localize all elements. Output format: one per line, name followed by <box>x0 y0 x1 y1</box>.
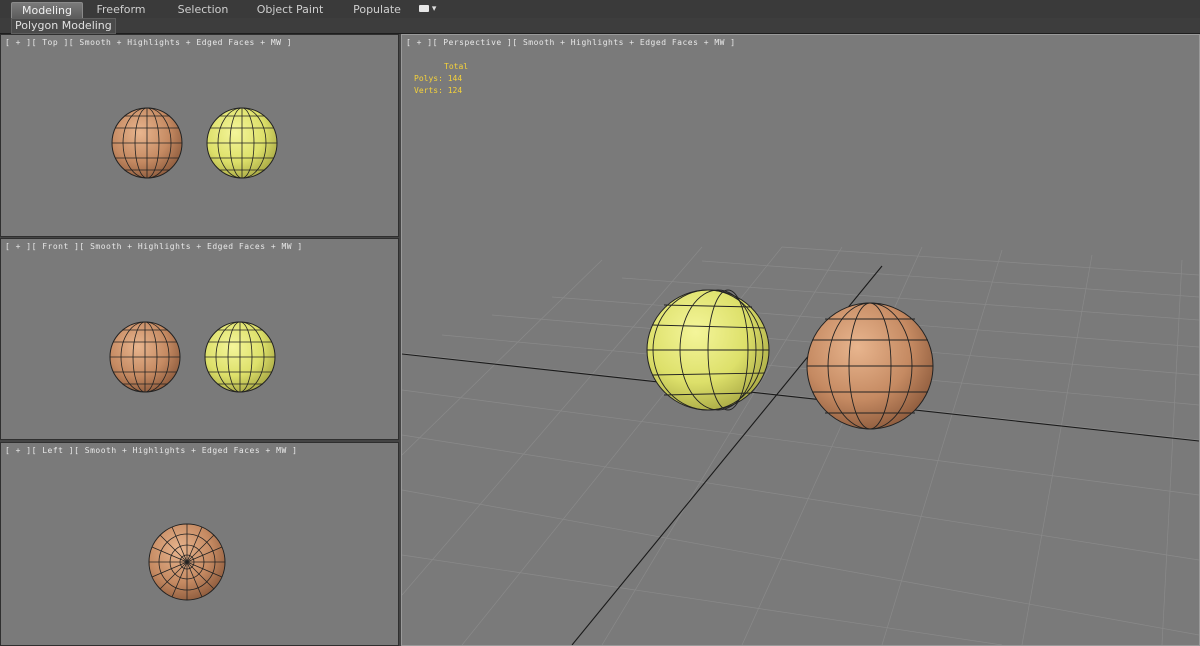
viewport-top-scene <box>111 107 278 179</box>
app-window: Modeling Freeform Selection Object Paint… <box>0 0 1200 646</box>
tab-object-paint[interactable]: Object Paint <box>252 2 328 17</box>
panel-polygon-modeling[interactable]: Polygon Modeling <box>11 18 116 34</box>
ribbon-panel: Polygon Modeling <box>0 18 1200 34</box>
tab-selection[interactable]: Selection <box>170 2 236 17</box>
sphere-brown-perspective[interactable] <box>806 302 934 430</box>
tab-freeform[interactable]: Freeform <box>88 2 154 17</box>
world-axes <box>402 265 1199 645</box>
chevron-down-icon: ▾ <box>431 4 437 14</box>
ribbon-tab-bar: Modeling Freeform Selection Object Paint… <box>0 0 1200 19</box>
viewport-perspective[interactable]: [ + ][ Perspective ][ Smooth + Highlight… <box>401 34 1200 646</box>
ribbon-options-button[interactable]: ▾ <box>419 4 441 15</box>
sphere-yellow-top[interactable] <box>206 107 278 179</box>
viewport-left[interactable]: [ + ][ Left ][ Smooth + Highlights + Edg… <box>0 442 399 646</box>
viewport-front-scene <box>109 321 276 393</box>
sphere-yellow-front[interactable] <box>204 321 276 393</box>
viewport-front[interactable]: [ + ][ Front ][ Smooth + Highlights + Ed… <box>0 238 399 440</box>
sphere-yellow-perspective[interactable] <box>646 289 770 411</box>
screen-icon <box>419 5 429 12</box>
viewport-left-scene <box>148 523 226 601</box>
perspective-scene <box>402 246 1199 645</box>
tab-populate[interactable]: Populate <box>344 2 410 17</box>
sphere-brown-left[interactable] <box>148 523 226 601</box>
sphere-brown-front[interactable] <box>109 321 181 393</box>
sphere-brown-top[interactable] <box>111 107 183 179</box>
tab-modeling[interactable]: Modeling <box>11 2 83 18</box>
viewport-top[interactable]: [ + ][ Top ][ Smooth + Highlights + Edge… <box>0 34 399 237</box>
grid <box>402 246 1199 645</box>
